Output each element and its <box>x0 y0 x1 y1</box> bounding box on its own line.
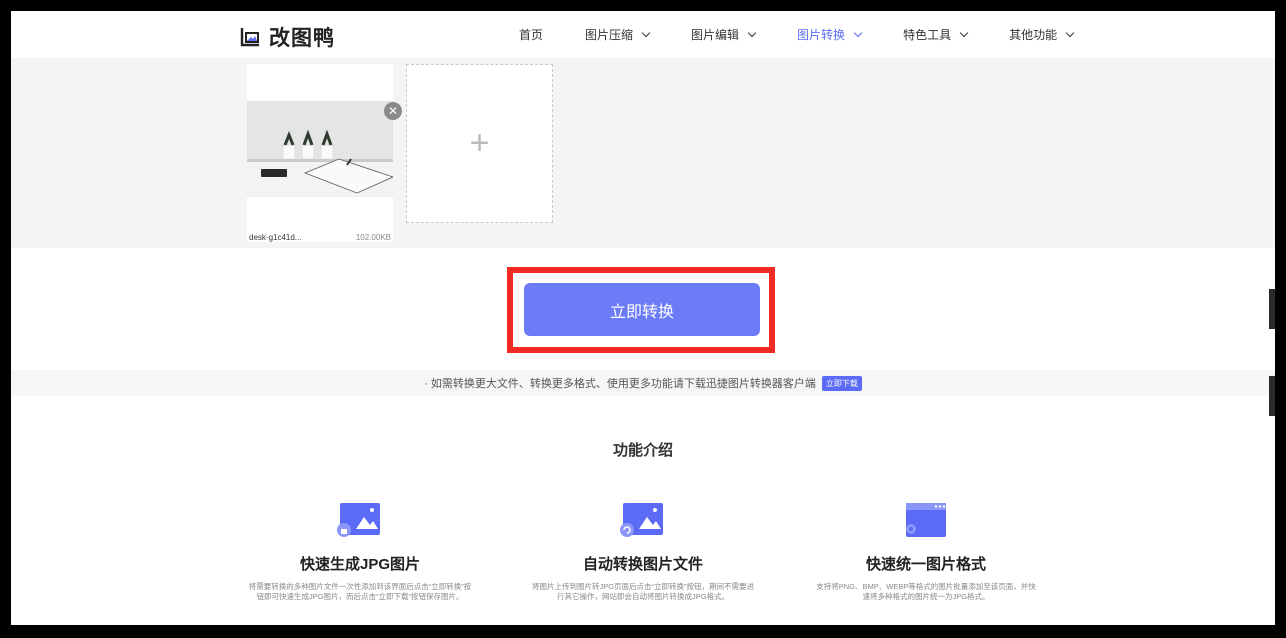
add-file-button[interactable]: + <box>406 64 553 223</box>
file-thumbnail <box>247 101 393 197</box>
brand-name: 改图鸭 <box>269 27 335 50</box>
page: 改图鸭 首页 图片压缩 图片编辑 图片转换 特色工具 其他功能 desk-g1c… <box>11 11 1275 625</box>
download-now-button[interactable]: 立即下载 <box>821 375 862 391</box>
nav-label: 图片压缩 <box>585 28 634 42</box>
side-float-tab[interactable] <box>1269 289 1275 329</box>
convert-now-button[interactable]: 立即转换 <box>524 283 760 336</box>
chevron-down-icon <box>1065 28 1075 37</box>
nav-convert[interactable]: 图片转换 <box>797 26 863 43</box>
side-float-tab[interactable] <box>1269 376 1275 416</box>
nav-compress[interactable]: 图片压缩 <box>585 26 651 43</box>
feature-desc: 将图片上传到图片转JPG页面后点击“立即转换”按钮，期间不需要进行其它操作，网站… <box>531 582 755 601</box>
image-refresh-icon <box>619 501 667 541</box>
notice-text: · 如需转换更大文件、转换更多格式、使用更多功能请下载迅捷图片转换器客户端 <box>424 378 816 390</box>
features-title: 功能介绍 <box>612 442 673 459</box>
chevron-down-icon <box>853 28 863 37</box>
remove-file-button[interactable]: ✕ <box>384 102 402 120</box>
feature-card: 快速生成JPG图片 将需要转换的多种图片文件一次性添加到该界面后点击“立即转换”… <box>248 501 472 602</box>
nav-home[interactable]: 首页 <box>519 26 543 43</box>
uploaded-file-card[interactable]: desk-g1c41d... 102.00KB <box>247 64 393 242</box>
chevron-down-icon <box>959 28 969 37</box>
image-lock-icon <box>336 501 384 541</box>
feature-title: 快速生成JPG图片 <box>299 556 420 573</box>
main-nav: 首页 图片压缩 图片编辑 图片转换 特色工具 其他功能 <box>519 11 1115 58</box>
nav-label: 图片转换 <box>797 28 846 42</box>
plus-icon: + <box>469 124 490 162</box>
file-name: desk-g1c41d... <box>249 233 302 242</box>
nav-label: 图片编辑 <box>691 28 740 42</box>
nav-special-tools[interactable]: 特色工具 <box>903 26 969 43</box>
chevron-down-icon <box>641 28 651 37</box>
feature-card: 快速统一图片格式 支持将PNG、BMP、WEBP等格式的图片批量添加至该页面，并… <box>814 501 1038 602</box>
nav-label: 首页 <box>519 28 544 42</box>
file-size: 102.00KB <box>355 233 391 242</box>
nav-edit[interactable]: 图片编辑 <box>691 26 757 43</box>
nav-label: 特色工具 <box>903 28 952 42</box>
feature-title: 自动转换图片文件 <box>582 556 703 573</box>
logo-icon <box>239 26 261 48</box>
feature-title: 快速统一图片格式 <box>865 556 986 573</box>
upload-area: desk-g1c41d... 102.00KB ✕ + <box>11 58 1275 248</box>
feature-desc: 支持将PNG、BMP、WEBP等格式的图片批量添加至该页面，并快速将多种格式的图… <box>816 582 1036 601</box>
top-nav-bar: 改图鸭 首页 图片压缩 图片编辑 图片转换 特色工具 其他功能 <box>11 11 1275 58</box>
feature-desc: 将需要转换的多种图片文件一次性添加到该界面后点击“立即转换”按钮即可快速生成JP… <box>248 582 472 601</box>
nav-label: 其他功能 <box>1009 28 1058 42</box>
brand-logo[interactable]: 改图鸭 <box>239 22 335 52</box>
chevron-down-icon <box>747 28 757 37</box>
nav-other[interactable]: 其他功能 <box>1009 26 1075 43</box>
download-notice-bar: · 如需转换更大文件、转换更多格式、使用更多功能请下载迅捷图片转换器客户端 立即… <box>11 370 1275 396</box>
close-icon: ✕ <box>387 104 399 118</box>
feature-card: 自动转换图片文件 将图片上传到图片转JPG页面后点击“立即转换”按钮，期间不需要… <box>531 501 755 602</box>
window-gear-icon <box>902 501 950 541</box>
